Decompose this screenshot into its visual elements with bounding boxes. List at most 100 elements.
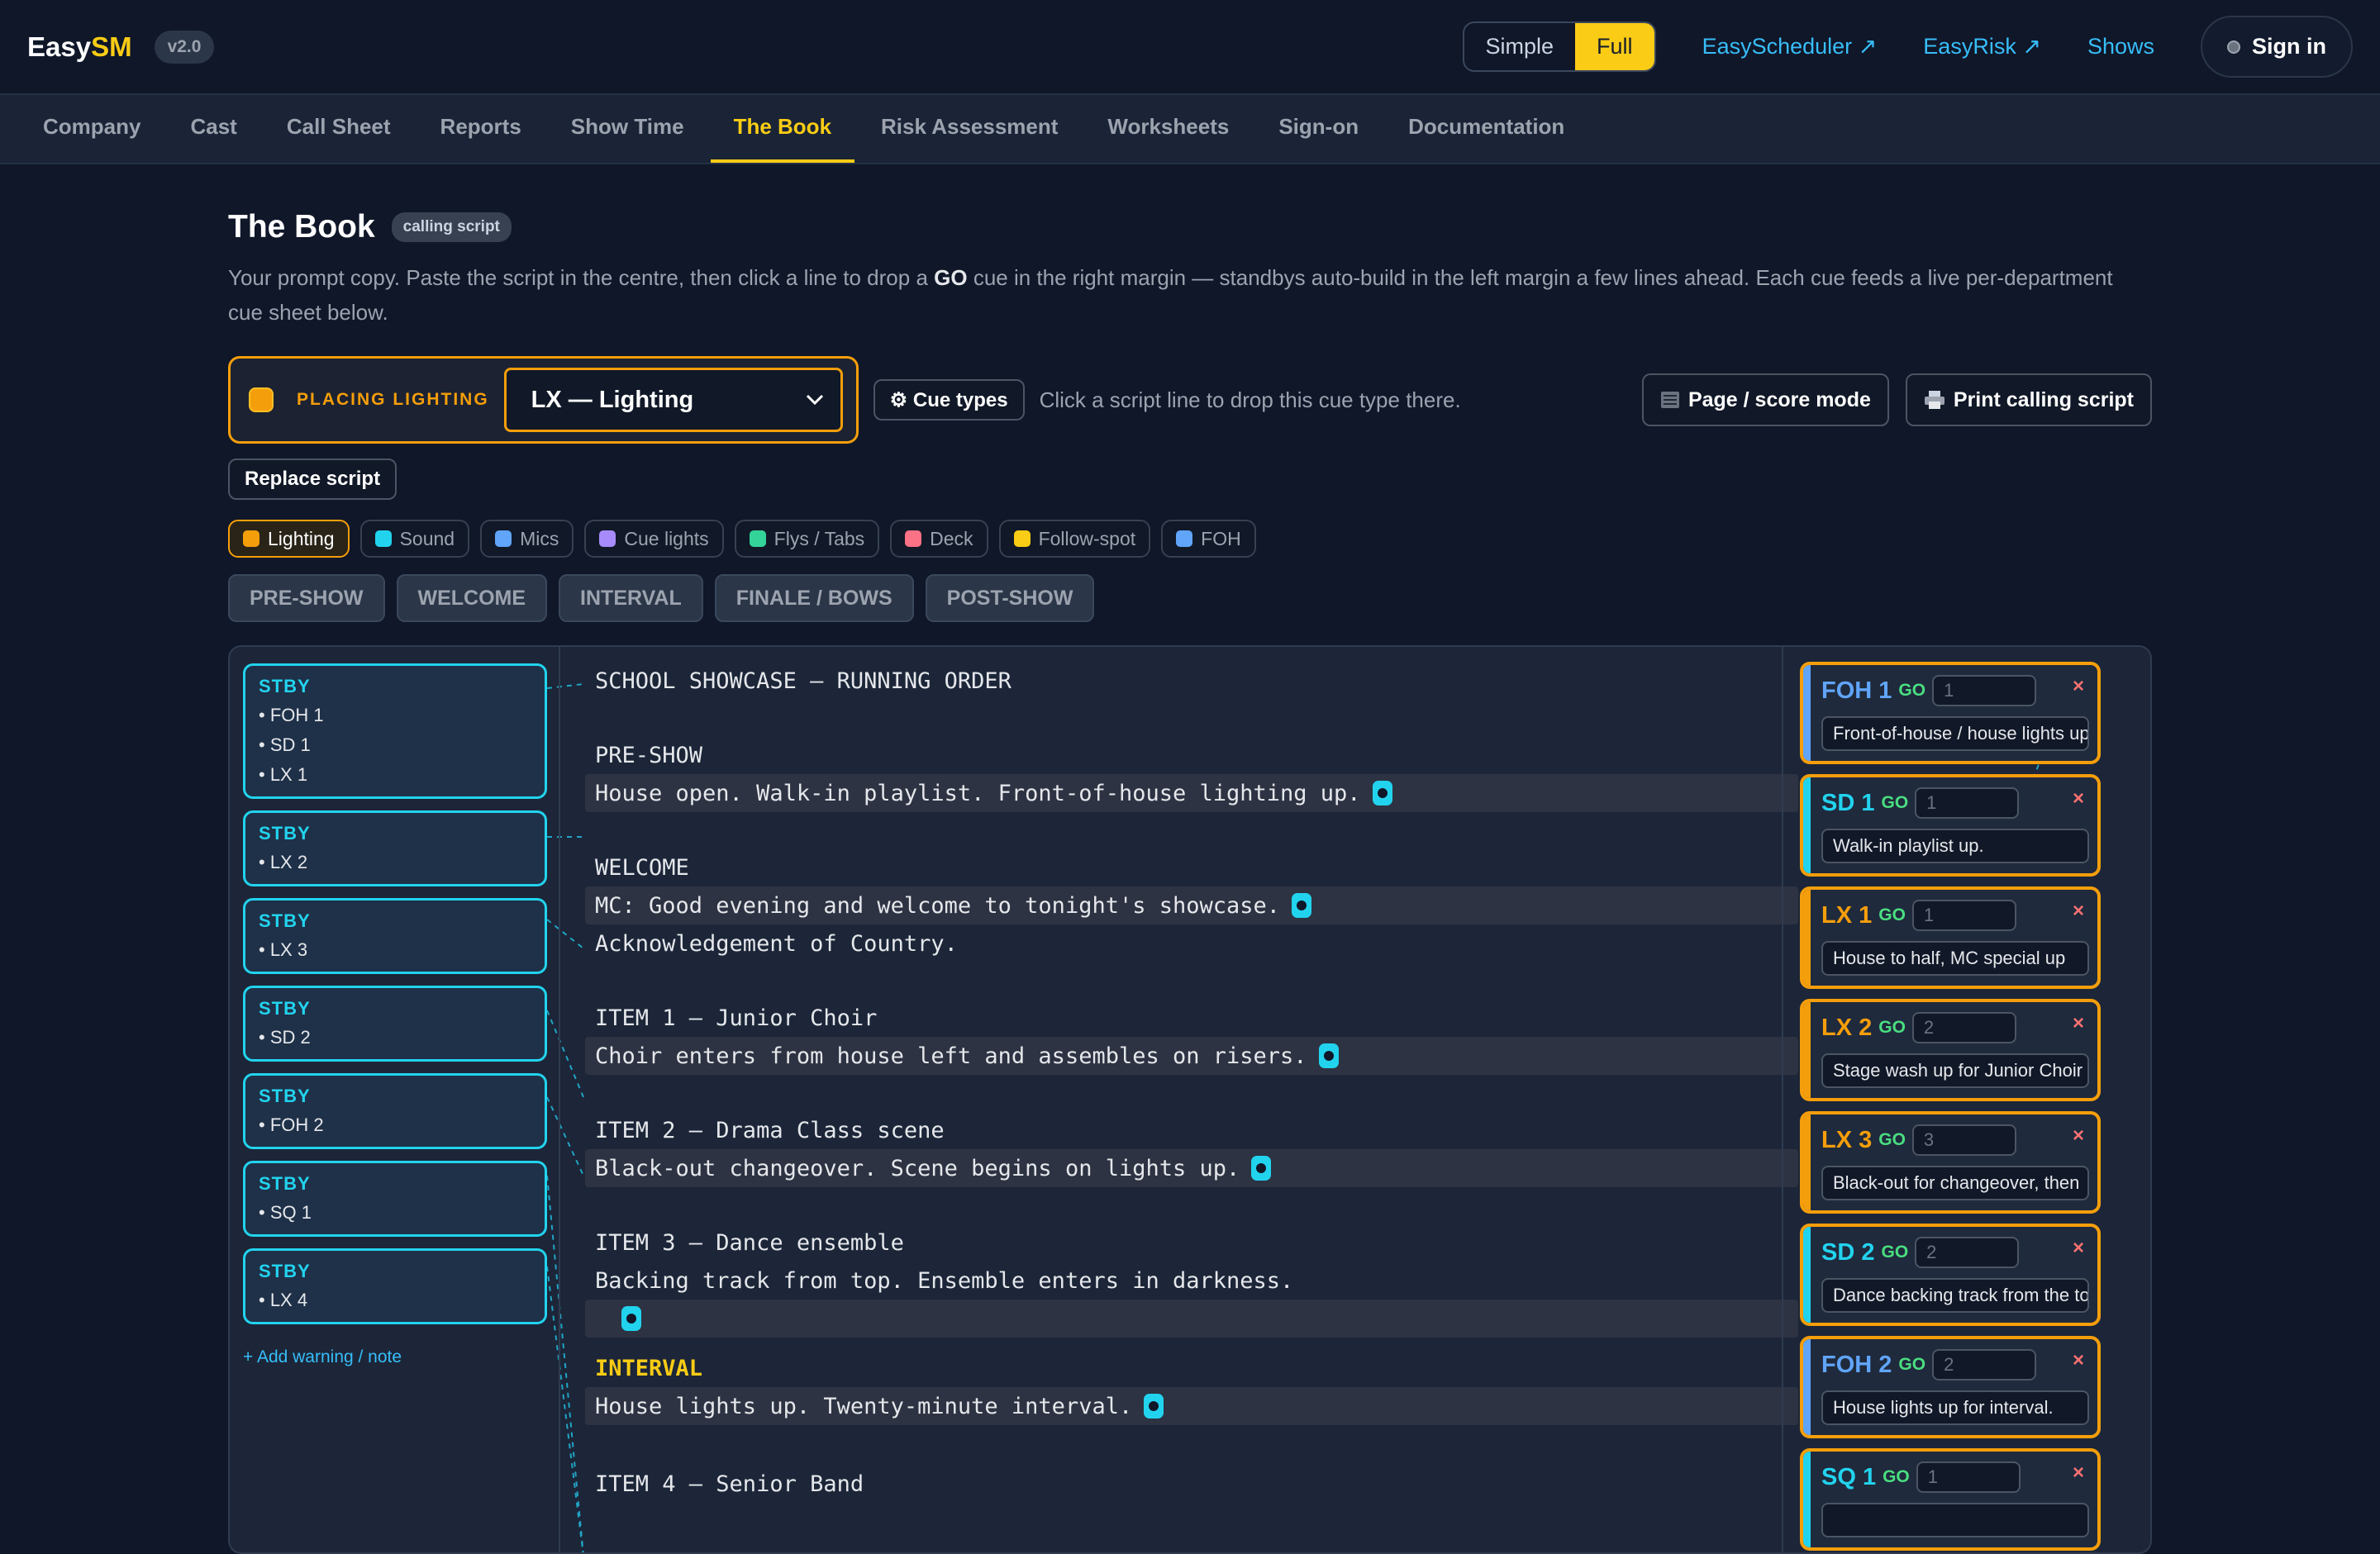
cue-number-input[interactable]: 1: [1916, 1461, 2021, 1493]
delete-cue-icon[interactable]: ×: [2073, 787, 2084, 810]
section-interval-button[interactable]: INTERVAL: [559, 574, 703, 622]
script-line[interactable]: [585, 1300, 1798, 1338]
tab-reports[interactable]: Reports: [417, 114, 545, 163]
go-cue-card[interactable]: SD 2 GO 2 × Dance backing track from the t…: [1800, 1224, 2101, 1326]
script-line[interactable]: ITEM 4 — Senior Band: [585, 1465, 864, 1503]
tab-documentation[interactable]: Documentation: [1385, 114, 1587, 163]
cue-pin-icon[interactable]: [1372, 781, 1392, 806]
go-cue-card[interactable]: SQ 1 GO 1 ×: [1800, 1448, 2101, 1551]
script-line[interactable]: PRE-SHOW: [585, 736, 702, 774]
section-finale-bows-button[interactable]: FINALE / BOWS: [714, 574, 914, 622]
tab-call-sheet[interactable]: Call Sheet: [264, 114, 414, 163]
delete-cue-icon[interactable]: ×: [2073, 1237, 2084, 1260]
tab-the-book[interactable]: The Book: [710, 114, 855, 163]
cue-description-input[interactable]: House lights up for interval.: [1821, 1390, 2089, 1425]
section-pre-show-button[interactable]: PRE-SHOW: [228, 574, 385, 622]
cue-description-input[interactable]: Stage wash up for Junior Choir: [1821, 1053, 2089, 1088]
script-line[interactable]: ITEM 1 — Junior Choir: [585, 999, 877, 1037]
mode-simple-button[interactable]: Simple: [1464, 23, 1576, 70]
standby-card[interactable]: STBY • LX 2: [243, 810, 547, 886]
script-line[interactable]: ITEM 3 — Dance ensemble: [585, 1224, 904, 1262]
cue-number-input[interactable]: 1: [1915, 787, 2020, 819]
standby-card[interactable]: STBY • LX 4: [243, 1248, 547, 1324]
cue-number-input[interactable]: 2: [1932, 1349, 2037, 1381]
section-post-show-button[interactable]: POST-SHOW: [925, 574, 1095, 622]
easyrisk-link[interactable]: EasyRisk ↗: [1923, 34, 2041, 59]
chip-foh[interactable]: FOH: [1161, 520, 1256, 558]
mics-swatch: [495, 530, 512, 547]
script-line[interactable]: MC: Good evening and welcome to tonight'…: [585, 886, 1798, 924]
delete-cue-icon[interactable]: ×: [2073, 1124, 2084, 1148]
cue-description-input[interactable]: Front-of-house / house lights up: [1821, 716, 2089, 751]
script-line[interactable]: INTERVAL: [585, 1349, 702, 1387]
chip-sound[interactable]: Sound: [359, 520, 470, 558]
cue-description-input[interactable]: Walk-in playlist up.: [1821, 829, 2089, 863]
delete-cue-icon[interactable]: ×: [2073, 675, 2084, 698]
go-cue-card[interactable]: FOH 2 GO 2 × House lights up for interval.: [1800, 1336, 2101, 1438]
add-warning-note-link[interactable]: + Add warning / note: [243, 1347, 402, 1367]
tab-sign-on[interactable]: Sign-on: [1255, 114, 1382, 163]
standby-card[interactable]: STBY • FOH 2: [243, 1073, 547, 1149]
print-calling-script-button[interactable]: Print calling script: [1905, 373, 2152, 426]
standby-margin: STBY • FOH 1 • SD 1 • LX 1 STBY • LX 2 S…: [230, 647, 560, 1552]
chip-cue-lights[interactable]: Cue lights: [584, 520, 724, 558]
cue-pin-icon[interactable]: [1292, 893, 1312, 918]
mode-full-button[interactable]: Full: [1575, 23, 1654, 70]
go-cue-card[interactable]: LX 3 GO 3 × Black-out for changeover, then: [1800, 1111, 2101, 1214]
script-line[interactable]: ITEM 2 — Drama Class scene: [585, 1111, 945, 1149]
cue-pin-icon[interactable]: [621, 1306, 641, 1331]
script-line[interactable]: House lights up. Twenty-minute interval.: [585, 1387, 1798, 1425]
script-line[interactable]: WELCOME: [585, 848, 689, 886]
delete-cue-icon[interactable]: ×: [2073, 1461, 2084, 1485]
delete-cue-icon[interactable]: ×: [2073, 1012, 2084, 1035]
go-cue-card[interactable]: LX 2 GO 2 × Stage wash up for Junior Choir: [1800, 999, 2101, 1101]
cue-number-input[interactable]: 3: [1911, 1124, 2016, 1156]
delete-cue-icon[interactable]: ×: [2073, 900, 2084, 923]
standby-card[interactable]: STBY • SD 2: [243, 986, 547, 1062]
script-line[interactable]: Black-out changeover. Scene begins on li…: [585, 1149, 1798, 1187]
script-line[interactable]: Acknowledgement of Country.: [585, 924, 958, 962]
go-cue-card[interactable]: LX 1 GO 1 × House to half, MC special up: [1800, 886, 2101, 989]
cue-type-select[interactable]: LX — Lighting: [503, 368, 843, 432]
shows-link[interactable]: Shows: [2087, 34, 2154, 59]
cue-description-input[interactable]: House to half, MC special up: [1821, 941, 2089, 976]
cue-number-input[interactable]: 1: [1911, 900, 2016, 931]
standby-card[interactable]: STBY • FOH 1 • SD 1 • LX 1: [243, 663, 547, 799]
section-welcome-button[interactable]: WELCOME: [396, 574, 548, 622]
cue-number-input[interactable]: 2: [1915, 1237, 2020, 1268]
cue-pin-icon[interactable]: [1318, 1043, 1339, 1068]
cue-number-input[interactable]: 1: [1932, 675, 2037, 706]
chip-deck[interactable]: Deck: [890, 520, 988, 558]
cue-description-input[interactable]: Dance backing track from the top: [1821, 1278, 2089, 1313]
cue-pin-icon[interactable]: [1251, 1156, 1272, 1181]
tab-cast[interactable]: Cast: [167, 114, 259, 163]
chip-lighting[interactable]: Lighting: [228, 520, 350, 558]
script-line[interactable]: House open. Walk-in playlist. Front-of-h…: [585, 774, 1798, 812]
script-line[interactable]: Choir enters from house left and assembl…: [585, 1037, 1798, 1075]
cue-types-button[interactable]: ⚙ Cue types: [873, 379, 1025, 421]
replace-script-button[interactable]: Replace script: [228, 459, 397, 500]
go-cue-card[interactable]: SD 1 GO 1 × Walk-in playlist up.: [1800, 774, 2101, 877]
standby-card[interactable]: STBY • LX 3: [243, 898, 547, 974]
tab-company[interactable]: Company: [20, 114, 164, 163]
script-line[interactable]: Backing track from top. Ensemble enters …: [585, 1262, 1293, 1300]
chip-flys-tabs[interactable]: Flys / Tabs: [734, 520, 880, 558]
go-cue-card[interactable]: FOH 1 GO 1 × Front-of-house / house lights…: [1800, 662, 2101, 764]
tab-show-time[interactable]: Show Time: [548, 114, 707, 163]
cue-number-input[interactable]: 2: [1911, 1012, 2016, 1043]
standby-card[interactable]: STBY • SQ 1: [243, 1161, 547, 1237]
chip-follow-spot[interactable]: Follow-spot: [998, 520, 1151, 558]
sign-in-button[interactable]: Sign in: [2201, 16, 2353, 78]
page-score-mode-button[interactable]: Page / score mode: [1641, 373, 1889, 426]
script-line[interactable]: SCHOOL SHOWCASE — RUNNING ORDER: [585, 662, 1011, 700]
delete-cue-icon[interactable]: ×: [2073, 1349, 2084, 1372]
tab-risk-assessment[interactable]: Risk Assessment: [858, 114, 1081, 163]
easyscheduler-link[interactable]: EasyScheduler ↗: [1702, 34, 1878, 59]
brand-logo[interactable]: Easy SM v2.0: [27, 30, 215, 64]
chip-mics[interactable]: Mics: [480, 520, 574, 558]
cue-pin-icon[interactable]: [1144, 1394, 1164, 1419]
cue-description-input[interactable]: [1821, 1503, 2089, 1537]
cue-description-input[interactable]: Black-out for changeover, then: [1821, 1166, 2089, 1200]
tab-worksheets[interactable]: Worksheets: [1084, 114, 1252, 163]
cue-go-label: GO: [1878, 905, 1906, 924]
